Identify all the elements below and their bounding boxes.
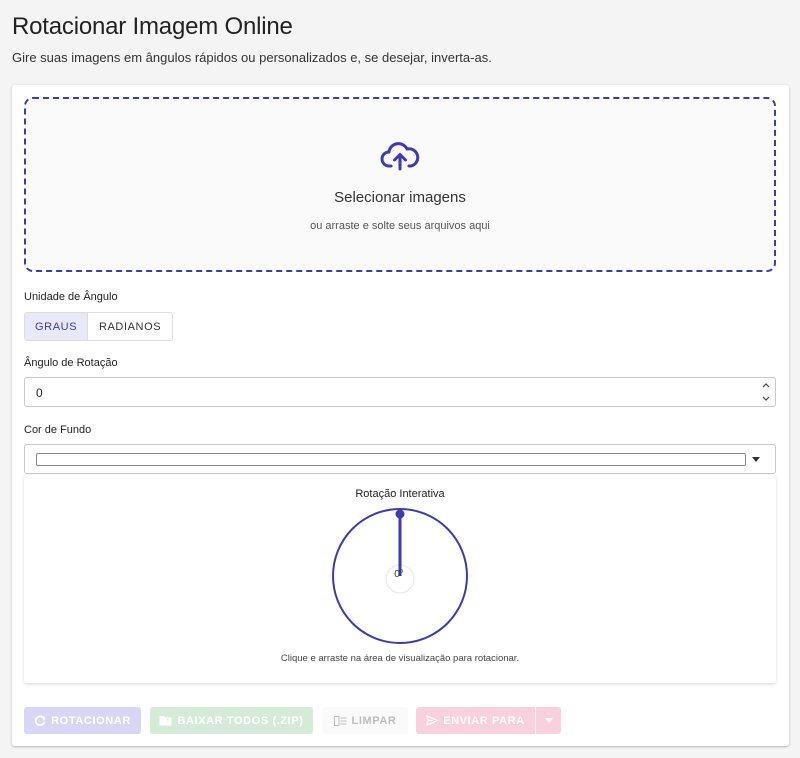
angle-unit-label: Unidade de Ângulo	[24, 291, 118, 303]
send-to-button-label: ENVIAR PARA	[443, 714, 525, 727]
rotation-angle-label: Ângulo de Rotação	[24, 357, 118, 369]
rotate-button-label: ROTACIONAR	[51, 714, 131, 727]
send-to-menu-button[interactable]	[535, 707, 561, 734]
download-all-button-label: BAIXAR TODOS (.ZIP)	[177, 714, 304, 727]
folder-zip-icon	[159, 716, 172, 726]
dropzone-title: Selecionar imagens	[334, 189, 466, 206]
cloud-upload-icon	[380, 142, 420, 171]
rotate-icon	[35, 715, 46, 726]
interactive-rotation-hint: Clique e arraste na área de visualização…	[280, 653, 520, 664]
angle-unit-toggle: GRAUS RADIANOS	[24, 312, 173, 341]
send-to-button[interactable]: ENVIAR PARA	[416, 707, 535, 734]
rotate-button[interactable]: ROTACIONAR	[24, 707, 141, 734]
color-swatch[interactable]	[36, 453, 746, 466]
send-icon	[426, 715, 439, 726]
image-dropzone[interactable]: Selecionar imagens ou arraste e solte se…	[24, 97, 776, 272]
page-title: Rotacionar Imagem Online	[12, 13, 293, 40]
clear-all-icon	[333, 715, 347, 726]
interactive-rotation-panel: Rotação Interativa 0° Clique e arraste n…	[24, 475, 776, 683]
background-color-label: Cor de Fundo	[24, 424, 92, 436]
angle-unit-degrees[interactable]: GRAUS	[25, 313, 88, 340]
interactive-rotation-title: Rotação Interativa	[355, 488, 445, 500]
dial-handle[interactable]	[395, 509, 405, 519]
rotate-tool-card: Selecionar imagens ou arraste e solte se…	[12, 85, 789, 746]
angle-unit-radians[interactable]: RADIANOS	[87, 313, 172, 340]
caret-down-icon	[544, 718, 553, 723]
caret-down-icon	[752, 457, 760, 462]
download-all-button[interactable]: BAIXAR TODOS (.ZIP)	[150, 707, 313, 734]
angle-readout: 0°	[394, 569, 404, 580]
clear-button[interactable]: LIMPAR	[322, 707, 408, 734]
page-subtitle: Gire suas imagens em ângulos rápidos ou …	[12, 50, 492, 65]
background-color-select[interactable]	[24, 444, 776, 474]
spinner-arrows-icon[interactable]	[761, 381, 771, 403]
rotation-angle-input[interactable]: 0	[24, 377, 776, 407]
rotation-angle-value: 0	[36, 386, 43, 400]
clear-button-label: LIMPAR	[351, 714, 397, 727]
dropzone-hint: ou arraste e solte seus arquivos aqui	[310, 220, 490, 232]
